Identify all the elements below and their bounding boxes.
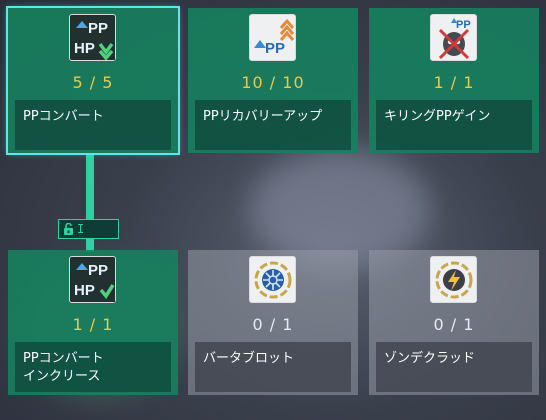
pp-convert-icon: PP HP xyxy=(69,14,116,61)
svg-text:HP: HP xyxy=(74,40,95,57)
svg-text:PP: PP xyxy=(265,40,285,57)
skill-node-zonde-clad[interactable]: 0 / 1 ゾンデクラッド xyxy=(369,250,539,395)
skill-name-line-2: インクリース xyxy=(23,369,101,384)
svg-text:PP: PP xyxy=(88,20,108,37)
connector-lock-badge: I xyxy=(58,219,119,239)
skill-name-box: バータブロット xyxy=(195,342,351,392)
barta-blot-icon xyxy=(249,256,296,303)
pp-recovery-up-icon: PP xyxy=(249,14,296,61)
skill-name-box: PPコンバート インクリース xyxy=(15,342,171,392)
skill-level: 0 / 1 xyxy=(433,315,475,334)
skill-name: PPリカバリーアップ xyxy=(203,109,323,124)
zonde-clad-icon xyxy=(430,256,477,303)
skill-node-pp-convert[interactable]: PP HP 5 / 5 PPコンバート xyxy=(6,6,180,155)
connector-badge-text: I xyxy=(77,222,85,236)
skill-node-pp-recovery-up[interactable]: PP 10 / 10 PPリカバリーアップ xyxy=(188,8,358,153)
skill-level: 1 / 1 xyxy=(433,73,475,92)
skill-level: 0 / 1 xyxy=(252,315,294,334)
svg-text:PP: PP xyxy=(456,19,471,31)
skill-level: 5 / 5 xyxy=(72,73,114,92)
skill-node-barta-blot[interactable]: 0 / 1 バータブロット xyxy=(188,250,358,395)
pp-convert-increase-icon: PP HP xyxy=(69,256,116,303)
skill-level: 1 / 1 xyxy=(72,315,114,334)
svg-text:HP: HP xyxy=(74,282,95,299)
skill-name: PPコンバート xyxy=(23,109,104,124)
skill-node-pp-convert-increase[interactable]: PP HP 1 / 1 PPコンバート インクリース xyxy=(8,250,178,395)
skill-name-box: PPリカバリーアップ xyxy=(195,100,351,150)
killing-pp-gain-icon: PP xyxy=(430,14,477,61)
skill-name: バータブロット xyxy=(203,351,295,366)
skill-name-box: ゾンデクラッド xyxy=(376,342,532,392)
skill-name-box: キリングPPゲイン xyxy=(376,100,532,150)
svg-text:PP: PP xyxy=(88,262,108,279)
unlock-icon xyxy=(63,220,74,239)
skill-name: キリングPPゲイン xyxy=(384,109,491,124)
skill-name: ゾンデクラッド xyxy=(384,351,476,366)
skill-name-box: PPコンバート xyxy=(15,100,171,150)
skill-node-killing-pp-gain[interactable]: PP 1 / 1 キリングPPゲイン xyxy=(369,8,539,153)
skill-name-line-1: PPコンバート xyxy=(23,351,104,366)
skill-level: 10 / 10 xyxy=(241,73,305,92)
